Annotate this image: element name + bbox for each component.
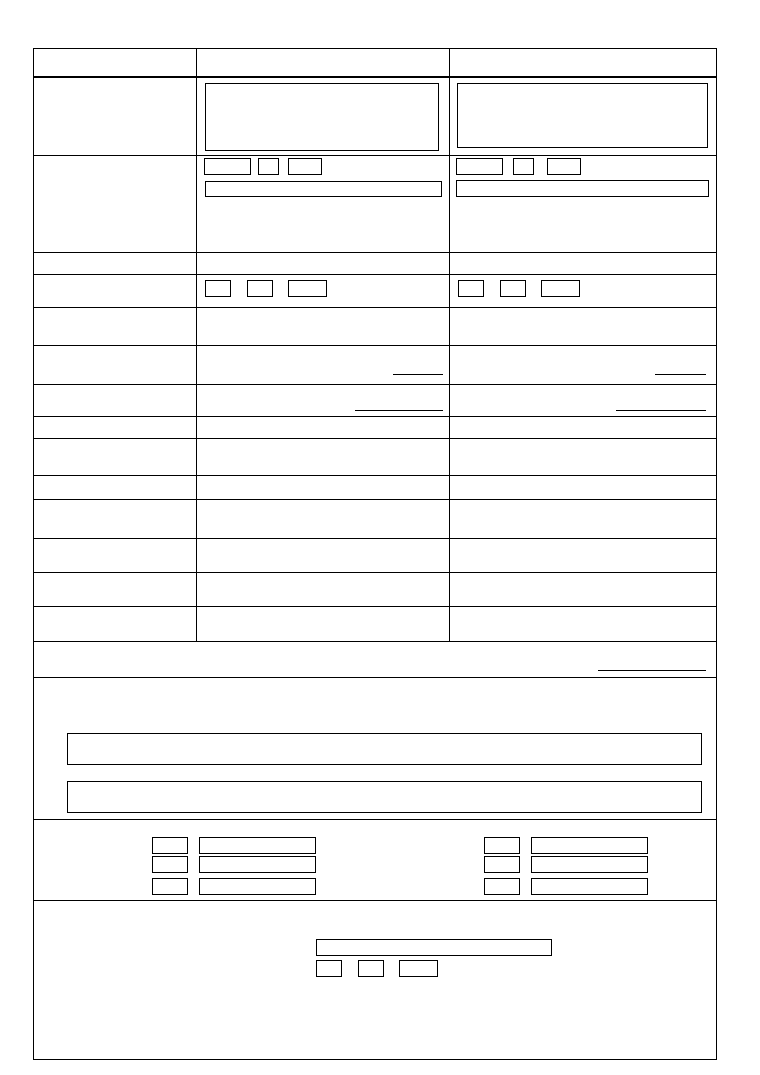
- header-rule: [33, 76, 717, 78]
- date-field-b-2[interactable]: [513, 158, 534, 175]
- code-value-field[interactable]: [531, 837, 648, 854]
- row-rule: [33, 155, 717, 156]
- underline-field-b[interactable]: [616, 410, 706, 411]
- code-box[interactable]: [484, 878, 520, 895]
- declaration-field-2[interactable]: [67, 781, 702, 813]
- code-box[interactable]: [152, 856, 188, 873]
- address-textarea-a[interactable]: [205, 83, 439, 151]
- section-rule: [33, 677, 717, 678]
- month-field-b[interactable]: [500, 280, 526, 297]
- row-rule: [33, 641, 717, 642]
- row-rule: [33, 384, 717, 385]
- text-field-a[interactable]: [205, 181, 442, 197]
- row-rule: [33, 252, 717, 253]
- row-rule: [33, 475, 717, 476]
- year-field-a[interactable]: [288, 280, 327, 297]
- day-field-b[interactable]: [458, 280, 484, 297]
- underline-field-a[interactable]: [393, 374, 443, 375]
- address-textarea-b[interactable]: [457, 83, 708, 148]
- code-value-field[interactable]: [531, 878, 648, 895]
- underline-field-b[interactable]: [655, 374, 706, 375]
- day-field-a[interactable]: [205, 280, 231, 297]
- code-box[interactable]: [152, 837, 188, 854]
- code-value-field[interactable]: [531, 856, 648, 873]
- row-rule: [33, 606, 717, 607]
- row-rule: [33, 572, 717, 573]
- code-box[interactable]: [484, 856, 520, 873]
- row-rule: [33, 416, 717, 417]
- signature-name-field[interactable]: [316, 939, 552, 956]
- code-value-field[interactable]: [199, 856, 316, 873]
- signature-month-field[interactable]: [358, 960, 384, 977]
- section-rule: [33, 819, 717, 820]
- month-field-a[interactable]: [247, 280, 273, 297]
- date-field-a-1[interactable]: [204, 158, 251, 175]
- form-frame: [33, 48, 717, 1060]
- total-underline-field[interactable]: [598, 670, 706, 671]
- code-box[interactable]: [152, 878, 188, 895]
- row-rule: [33, 307, 717, 308]
- date-field-a-3[interactable]: [288, 158, 322, 175]
- signature-day-field[interactable]: [316, 960, 342, 977]
- date-field-b-3[interactable]: [547, 158, 581, 175]
- date-field-a-2[interactable]: [258, 158, 279, 175]
- signature-year-field[interactable]: [399, 960, 438, 977]
- code-value-field[interactable]: [199, 837, 316, 854]
- row-rule: [33, 538, 717, 539]
- row-rule: [33, 438, 717, 439]
- code-box[interactable]: [484, 837, 520, 854]
- row-rule: [33, 499, 717, 500]
- date-field-b-1[interactable]: [456, 158, 503, 175]
- row-rule: [33, 345, 717, 346]
- text-field-b[interactable]: [456, 180, 709, 197]
- underline-field-a[interactable]: [355, 410, 443, 411]
- year-field-b[interactable]: [541, 280, 580, 297]
- declaration-field-1[interactable]: [67, 733, 702, 765]
- row-rule: [33, 274, 717, 275]
- code-value-field[interactable]: [199, 878, 316, 895]
- section-rule: [33, 900, 717, 901]
